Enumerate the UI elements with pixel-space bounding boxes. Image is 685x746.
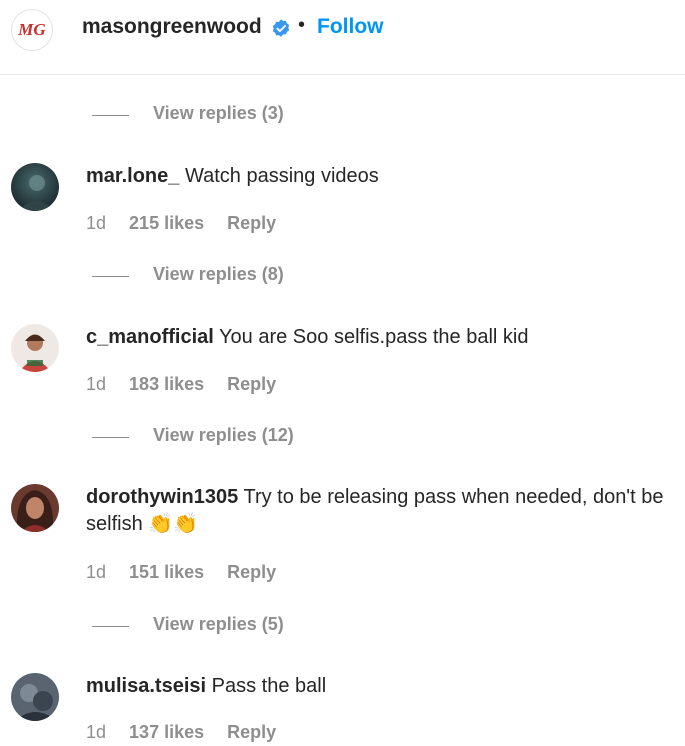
comment-body: Pass the ball [211, 675, 327, 697]
comment-time: 1d [86, 722, 107, 742]
avatar-image [11, 673, 59, 721]
comment-time: 1d [86, 213, 107, 233]
comment-body: Watch passing videos [184, 165, 379, 187]
commenter-avatar[interactable] [11, 484, 59, 532]
comment-username[interactable]: dorothywin1305 [86, 486, 238, 508]
comment-text: dorothywin1305 Try to be releasing pass … [86, 484, 666, 538]
post-header: MG masongreenwood • Follow [0, 0, 685, 75]
commenter-avatar[interactable] [11, 163, 59, 211]
comment-meta: 1d 137 likes Reply [86, 722, 294, 743]
avatar-image [11, 163, 59, 211]
comment-time: 1d [86, 562, 107, 582]
view-replies-link[interactable]: View replies (5) [153, 614, 284, 635]
view-replies-link[interactable]: View replies (8) [153, 264, 284, 285]
view-replies-link[interactable]: View replies (12) [153, 425, 294, 446]
commenter-avatar[interactable] [11, 324, 59, 372]
header-username[interactable]: masongreenwood [82, 15, 262, 39]
separator-dot: • [298, 14, 306, 36]
comment-likes[interactable]: 215 likes [129, 213, 204, 233]
reply-button[interactable]: Reply [227, 562, 276, 582]
replies-divider-line [92, 276, 129, 277]
comment-text: mulisa.tseisi Pass the ball [86, 673, 666, 700]
comment-text: mar.lone_ Watch passing videos [86, 163, 666, 190]
comment-likes[interactable]: 151 likes [129, 562, 204, 582]
follow-button[interactable]: Follow [317, 15, 384, 39]
comment-username[interactable]: mar.lone_ [86, 165, 179, 187]
comment-text: c_manofficial You are Soo selfis.pass th… [86, 324, 666, 351]
reply-button[interactable]: Reply [227, 374, 276, 394]
replies-divider-line [92, 437, 129, 438]
profile-avatar[interactable]: MG [11, 9, 53, 51]
comment-meta: 1d 183 likes Reply [86, 374, 294, 395]
comment-meta: 1d 151 likes Reply [86, 562, 294, 583]
comment-username[interactable]: c_manofficial [86, 326, 214, 348]
comment-username[interactable]: mulisa.tseisi [86, 675, 206, 697]
avatar-image [11, 324, 59, 372]
comment-likes[interactable]: 137 likes [129, 722, 204, 742]
reply-button[interactable]: Reply [227, 213, 276, 233]
comment-body: You are Soo selfis.pass the ball kid [219, 326, 529, 348]
replies-divider-line [92, 626, 129, 627]
commenter-avatar[interactable] [11, 673, 59, 721]
avatar-image [11, 484, 59, 532]
replies-divider-line [92, 115, 129, 116]
logo-text: MG [18, 20, 46, 39]
comment-meta: 1d 215 likes Reply [86, 213, 294, 234]
verified-badge-icon [272, 19, 290, 37]
reply-button[interactable]: Reply [227, 722, 276, 742]
comment-time: 1d [86, 374, 107, 394]
comment-likes[interactable]: 183 likes [129, 374, 204, 394]
view-replies-link[interactable]: View replies (3) [153, 103, 284, 124]
